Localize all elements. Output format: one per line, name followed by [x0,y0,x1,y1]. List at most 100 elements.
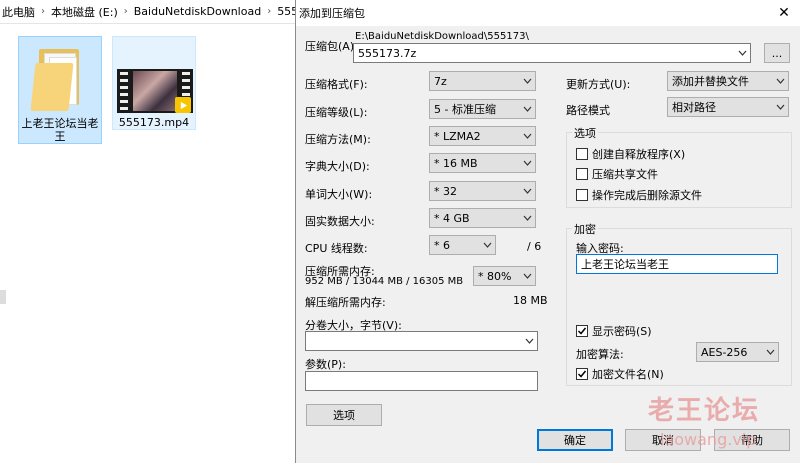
memory-detail: 952 MB / 13044 MB / 16305 MB [305,276,464,287]
ok-button-label: 确定 [564,434,586,447]
method-select[interactable]: * LZMA2 [429,126,536,146]
decompress-value: 18 MB [513,294,548,307]
memory-percent-select[interactable]: * 80% [473,266,536,286]
delete-source-checkbox[interactable]: 操作完成后删除源文件 [576,187,702,203]
format-select[interactable]: 7z [429,71,536,91]
chevron-down-icon [521,338,537,344]
threads-select[interactable]: * 6 [429,235,496,255]
chevron-down-icon [519,78,535,84]
dict-select[interactable]: * 16 MB [429,153,536,173]
encrypt-filenames-checkbox[interactable]: 加密文件名(N) [576,366,664,382]
folder-item[interactable]: 上老王论坛当老王 [18,36,102,144]
breadcrumb-item-this-pc[interactable]: 此电脑 [2,4,35,20]
checkbox-unchecked-icon [576,189,588,201]
threads-value: * 6 [434,238,450,252]
memory-percent-value: * 80% [478,269,512,283]
dict-label: 字典大小(D): [305,160,370,173]
level-value: 5 - 标准压缩 [434,103,496,116]
play-badge-icon [175,97,191,113]
chevron-down-icon [772,78,788,84]
breadcrumb-separator-icon: › [123,6,128,17]
chevron-down-icon [519,215,535,221]
browse-label: ... [771,46,783,60]
method-value: * LZMA2 [434,129,481,143]
params-label: 参数(P): [305,358,346,371]
checkbox-unchecked-icon [576,148,588,160]
threads-label: CPU 线程数: [305,242,368,255]
shared-files-checkbox[interactable]: 压缩共享文件 [576,166,658,182]
path-mode-select[interactable]: 相对路径 [667,97,789,117]
encrypt-filenames-label: 加密文件名(N) [592,368,664,381]
breadcrumb-separator-icon: › [41,6,45,17]
solid-value: * 4 GB [434,211,470,225]
encryption-group-title: 加密 [572,221,598,237]
chevron-down-icon [519,106,535,112]
encryption-method-value: AES-256 [701,345,748,359]
chevron-down-icon [519,160,535,166]
checkbox-checked-icon [576,325,588,337]
dialog-title: 添加到压缩包 [299,7,365,20]
options-button-label: 选项 [333,409,355,422]
shared-files-checkbox-label: 压缩共享文件 [592,168,658,181]
dialog-titlebar[interactable]: 添加到压缩包 ✕ [296,0,800,26]
close-button[interactable]: ✕ [767,0,800,26]
options-group-title: 选项 [572,125,598,141]
chevron-down-icon [479,242,495,248]
chevron-down-icon [734,50,750,56]
watermark-logo: 老王论坛 [648,396,761,426]
params-input[interactable] [305,371,538,391]
word-label: 单词大小(W): [305,188,373,201]
split-size-combo[interactable] [305,331,538,351]
video-file-name: 555173.mp4 [118,116,190,129]
options-button[interactable]: 选项 [306,404,382,426]
ok-button[interactable]: 确定 [537,429,613,451]
update-label: 更新方式(U): [566,78,631,91]
level-label: 压缩等级(L): [305,106,368,119]
checkbox-checked-icon [576,368,588,380]
archive-path: E:\BaiduNetdiskDownload\555173\ [355,31,529,42]
archive-name-value: 555173.7z [358,46,417,60]
word-select[interactable]: * 32 [429,181,536,201]
update-mode-select[interactable]: 添加并替换文件 [667,71,789,91]
archive-name-combo[interactable]: 555173.7z [353,43,751,63]
sfx-checkbox[interactable]: 创建自释放程序(X) [576,146,685,162]
update-mode-value: 添加并替换文件 [672,75,749,88]
chevron-down-icon [519,188,535,194]
video-file-item[interactable]: 555173.mp4 [112,36,196,130]
chevron-down-icon [762,349,778,355]
level-select[interactable]: 5 - 标准压缩 [429,99,536,119]
breadcrumb[interactable]: 此电脑 › 本地磁盘 (E:) › BaiduNetdiskDownload ›… [0,0,300,24]
threads-total: / 6 [527,240,542,253]
show-password-label: 显示密码(S) [592,325,652,338]
sfx-checkbox-label: 创建自释放程序(X) [592,148,686,161]
word-value: * 32 [434,184,457,198]
solid-label: 固实数据大小: [305,215,375,228]
encryption-method-label: 加密算法: [576,348,624,361]
breadcrumb-separator-icon: › [267,6,272,17]
close-icon: ✕ [778,5,790,21]
chevron-down-icon [772,104,788,110]
browse-button[interactable]: ... [764,43,790,63]
path-mode-value: 相对路径 [672,101,716,114]
chevron-down-icon [519,273,535,279]
format-value: 7z [434,74,447,88]
dict-value: * 16 MB [434,156,478,170]
scrollbar-stub[interactable] [0,290,6,304]
watermark-url: laowang.vip [660,430,757,449]
breadcrumb-item-drive-e[interactable]: 本地磁盘 (E:) [51,4,118,20]
folder-icon [19,37,103,117]
archive-label: 压缩包(A) [305,40,355,53]
password-input[interactable]: 上老王论坛当老王 [576,254,778,274]
video-thumbnail-icon [113,37,197,117]
breadcrumb-item-baidu[interactable]: BaiduNetdiskDownload [134,5,261,18]
solid-select[interactable]: * 4 GB [429,208,536,228]
encryption-method-select[interactable]: AES-256 [696,342,779,362]
method-label: 压缩方法(M): [305,133,371,146]
pathmode-label: 路径模式 [566,104,610,117]
decompress-label: 解压缩所需内存: [305,296,386,309]
delete-source-checkbox-label: 操作完成后删除源文件 [592,189,702,202]
checkbox-unchecked-icon [576,168,588,180]
show-password-checkbox[interactable]: 显示密码(S) [576,323,652,339]
chevron-down-icon [519,133,535,139]
folder-name: 上老王论坛当老王 [21,117,99,143]
